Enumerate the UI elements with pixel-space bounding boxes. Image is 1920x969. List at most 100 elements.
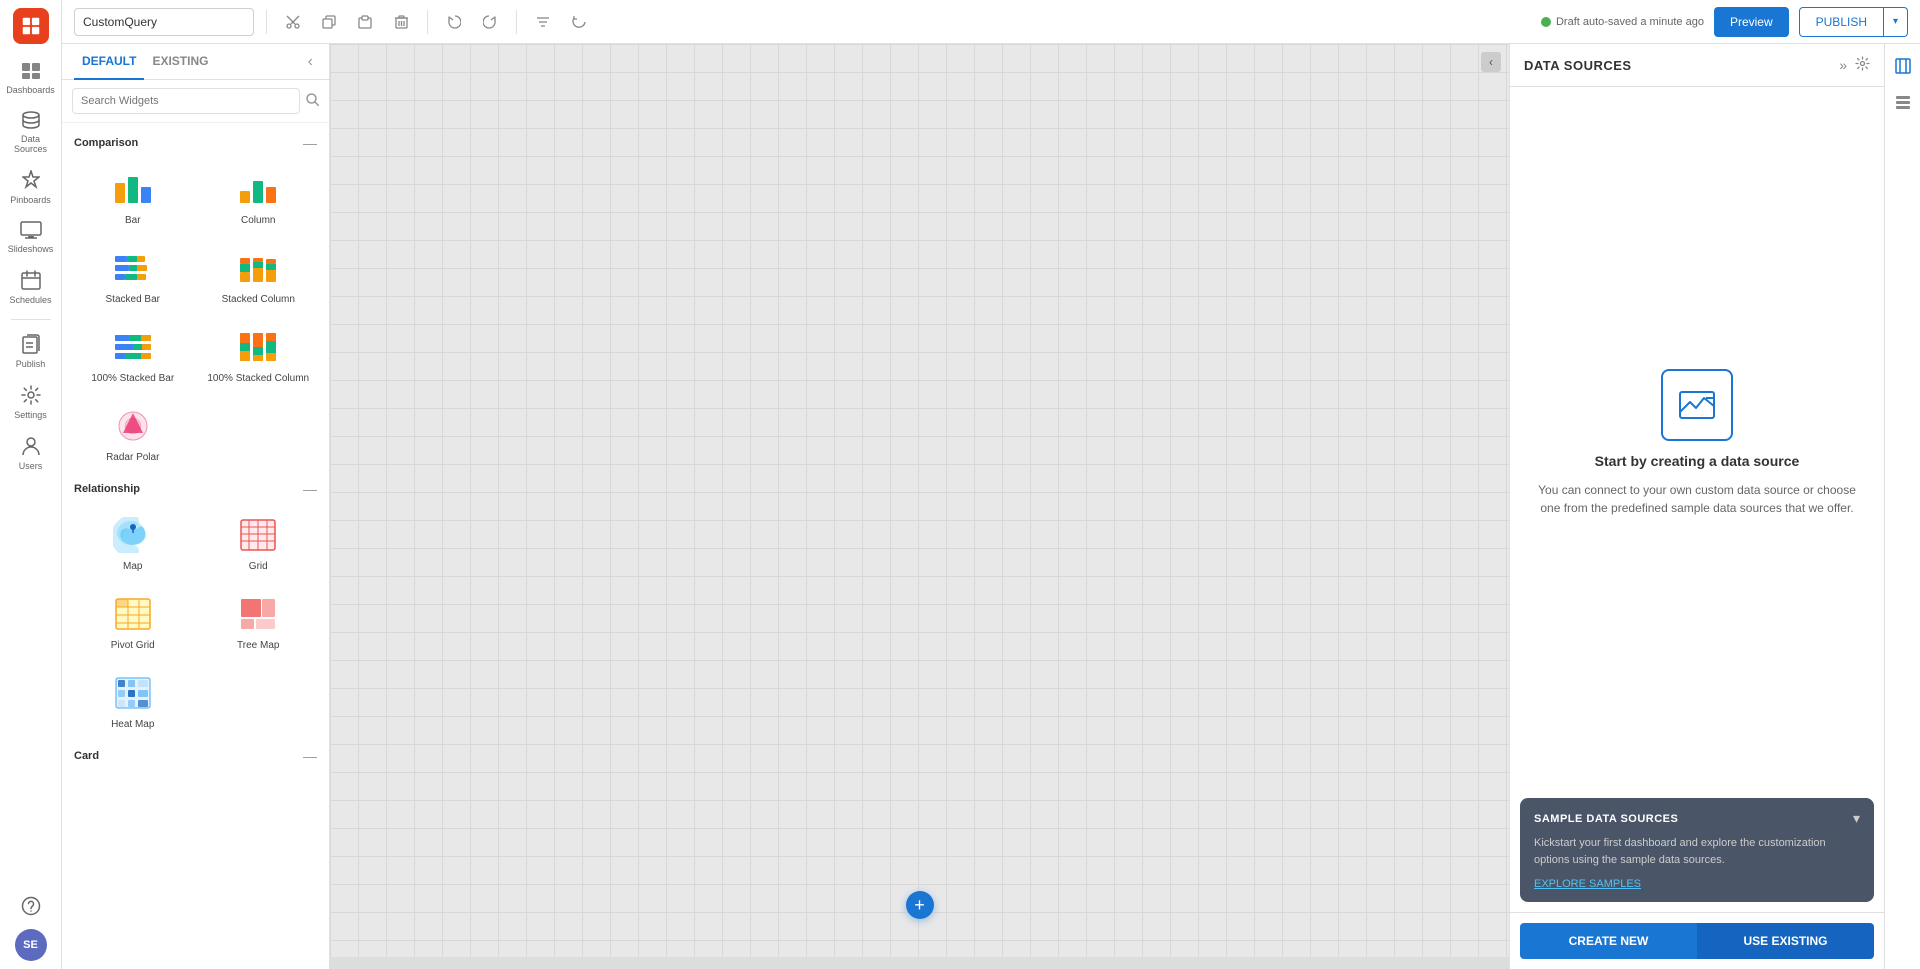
main-area: Draft auto-saved a minute ago Preview PU… [62, 0, 1920, 969]
column-label: Column [241, 215, 275, 226]
canvas-add-button[interactable]: + [906, 891, 934, 919]
create-new-button[interactable]: CREATE NEW [1520, 923, 1697, 959]
sidebar-item-dashboards[interactable]: Dashboards [5, 56, 57, 101]
sidebar-item-data-sources[interactable]: Data Sources [5, 105, 57, 160]
publish-button[interactable]: PUBLISH [1799, 7, 1884, 37]
widget-stacked-column[interactable]: Stacked Column [198, 238, 320, 313]
widget-100-stacked-column[interactable]: 100% Stacked Column [198, 317, 320, 392]
undo-button[interactable] [440, 8, 468, 36]
toolbar-divider-1 [266, 10, 267, 34]
preview-button[interactable]: Preview [1714, 7, 1789, 37]
data-sources-panel: DATA SOURCES » [1509, 44, 1884, 969]
relationship-widget-grid: Map [62, 501, 329, 742]
sidebar-item-publish[interactable]: Publish [5, 328, 57, 375]
pivot-grid-icon [110, 594, 156, 634]
comparison-title: Comparison [74, 137, 138, 149]
widget-panel: DEFAULT EXISTING ‹ Comparison — [62, 44, 330, 969]
card-collapse-btn[interactable]: — [303, 748, 317, 764]
card-section-header: Card — [62, 742, 329, 768]
settings-icon [21, 385, 41, 408]
widget-heat-map[interactable]: Heat Map [72, 663, 194, 738]
ds-empty-state: Start by creating a data source You can … [1510, 87, 1884, 798]
grid-label: Grid [249, 561, 268, 572]
explore-samples-link[interactable]: EXPLORE SAMPLES [1534, 878, 1641, 890]
paste-button[interactable] [351, 8, 379, 36]
filter-button[interactable] [529, 8, 557, 36]
tree-map-icon [235, 594, 281, 634]
right-icon-list[interactable] [1889, 88, 1917, 116]
100-stacked-bar-icon [110, 327, 156, 367]
widget-column[interactable]: Column [198, 159, 320, 234]
pivot-grid-label: Pivot Grid [111, 640, 155, 651]
widget-tree-map[interactable]: Tree Map [198, 584, 320, 659]
ds-sample-header: SAMPLE DATA SOURCES ▾ [1534, 810, 1860, 827]
widget-bar[interactable]: Bar [72, 159, 194, 234]
publish-icon [22, 334, 40, 357]
avatar-initials: SE [23, 939, 38, 951]
nav-bottom: SE [5, 890, 57, 961]
radar-polar-label: Radar Polar [106, 452, 159, 463]
refresh-button[interactable] [565, 8, 593, 36]
relationship-collapse-btn[interactable]: — [303, 481, 317, 497]
use-existing-button[interactable]: USE EXISTING [1697, 923, 1874, 959]
card-title: Card [74, 750, 99, 762]
top-bar: Draft auto-saved a minute ago Preview PU… [62, 0, 1920, 44]
comparison-collapse-btn[interactable]: — [303, 135, 317, 151]
100-stacked-column-label: 100% Stacked Column [207, 373, 309, 384]
sidebar-item-slideshows[interactable]: Slideshows [5, 215, 57, 260]
ds-sample-box: SAMPLE DATA SOURCES ▾ Kickstart your fir… [1520, 798, 1874, 902]
tab-existing[interactable]: EXISTING [144, 44, 216, 80]
stacked-bar-icon [110, 248, 156, 288]
ds-expand-icon[interactable]: » [1839, 57, 1847, 73]
map-icon [110, 515, 156, 555]
widget-radar-polar[interactable]: Radar Polar [72, 396, 194, 471]
sidebar-item-schedules[interactable]: Schedules [5, 264, 57, 311]
widget-stacked-bar[interactable]: Stacked Bar [72, 238, 194, 313]
sidebar-item-users[interactable]: Users [5, 430, 57, 477]
sidebar-item-settings[interactable]: Settings [5, 379, 57, 426]
sidebar-item-help[interactable] [5, 890, 57, 925]
delete-button[interactable] [387, 8, 415, 36]
ds-empty-title: Start by creating a data source [1595, 453, 1800, 469]
panel-collapse-btn[interactable]: ‹ [304, 44, 317, 79]
ds-settings-icon[interactable] [1855, 56, 1870, 74]
cut-button[interactable] [279, 8, 307, 36]
widget-100-stacked-bar[interactable]: 100% Stacked Bar [72, 317, 194, 392]
heat-map-icon [110, 673, 156, 713]
stacked-bar-label: Stacked Bar [106, 294, 160, 305]
ds-title: DATA SOURCES [1524, 58, 1632, 73]
heat-map-label: Heat Map [111, 719, 154, 730]
canvas-collapse-btn[interactable]: ‹ [1481, 52, 1501, 72]
grid-chart-icon [235, 515, 281, 555]
widget-pivot-grid[interactable]: Pivot Grid [72, 584, 194, 659]
canvas-horizontal-scrollbar[interactable] [330, 957, 1509, 969]
pinboards-icon [22, 170, 40, 193]
user-avatar[interactable]: SE [15, 929, 47, 961]
tree-map-label: Tree Map [237, 640, 279, 651]
100-stacked-column-icon [235, 327, 281, 367]
copy-button[interactable] [315, 8, 343, 36]
ds-sample-collapse-btn[interactable]: ▾ [1853, 810, 1860, 827]
query-name-input[interactable] [74, 8, 254, 36]
map-label: Map [123, 561, 142, 572]
widget-grid-item[interactable]: Grid [198, 505, 320, 580]
redo-button[interactable] [476, 8, 504, 36]
left-nav: Dashboards Data Sources Pinboards [0, 0, 62, 969]
app-logo[interactable] [13, 8, 49, 44]
widget-search-bar [62, 80, 329, 123]
schedules-icon [21, 270, 41, 293]
canvas-area[interactable]: + ‹ [330, 44, 1509, 969]
slideshows-icon [20, 221, 42, 242]
ds-sample-title: SAMPLE DATA SOURCES [1534, 813, 1678, 825]
sidebar-item-pinboards[interactable]: Pinboards [5, 164, 57, 211]
right-icon-expand[interactable] [1889, 52, 1917, 80]
users-label: Users [19, 461, 43, 471]
settings-label: Settings [14, 410, 47, 420]
tab-default[interactable]: DEFAULT [74, 44, 144, 80]
stacked-column-label: Stacked Column [222, 294, 295, 305]
publish-caret-button[interactable]: ▾ [1884, 7, 1908, 37]
100-stacked-bar-label: 100% Stacked Bar [91, 373, 174, 384]
data-sources-icon [21, 111, 41, 132]
widget-search-input[interactable] [72, 88, 300, 114]
widget-map[interactable]: Map [72, 505, 194, 580]
